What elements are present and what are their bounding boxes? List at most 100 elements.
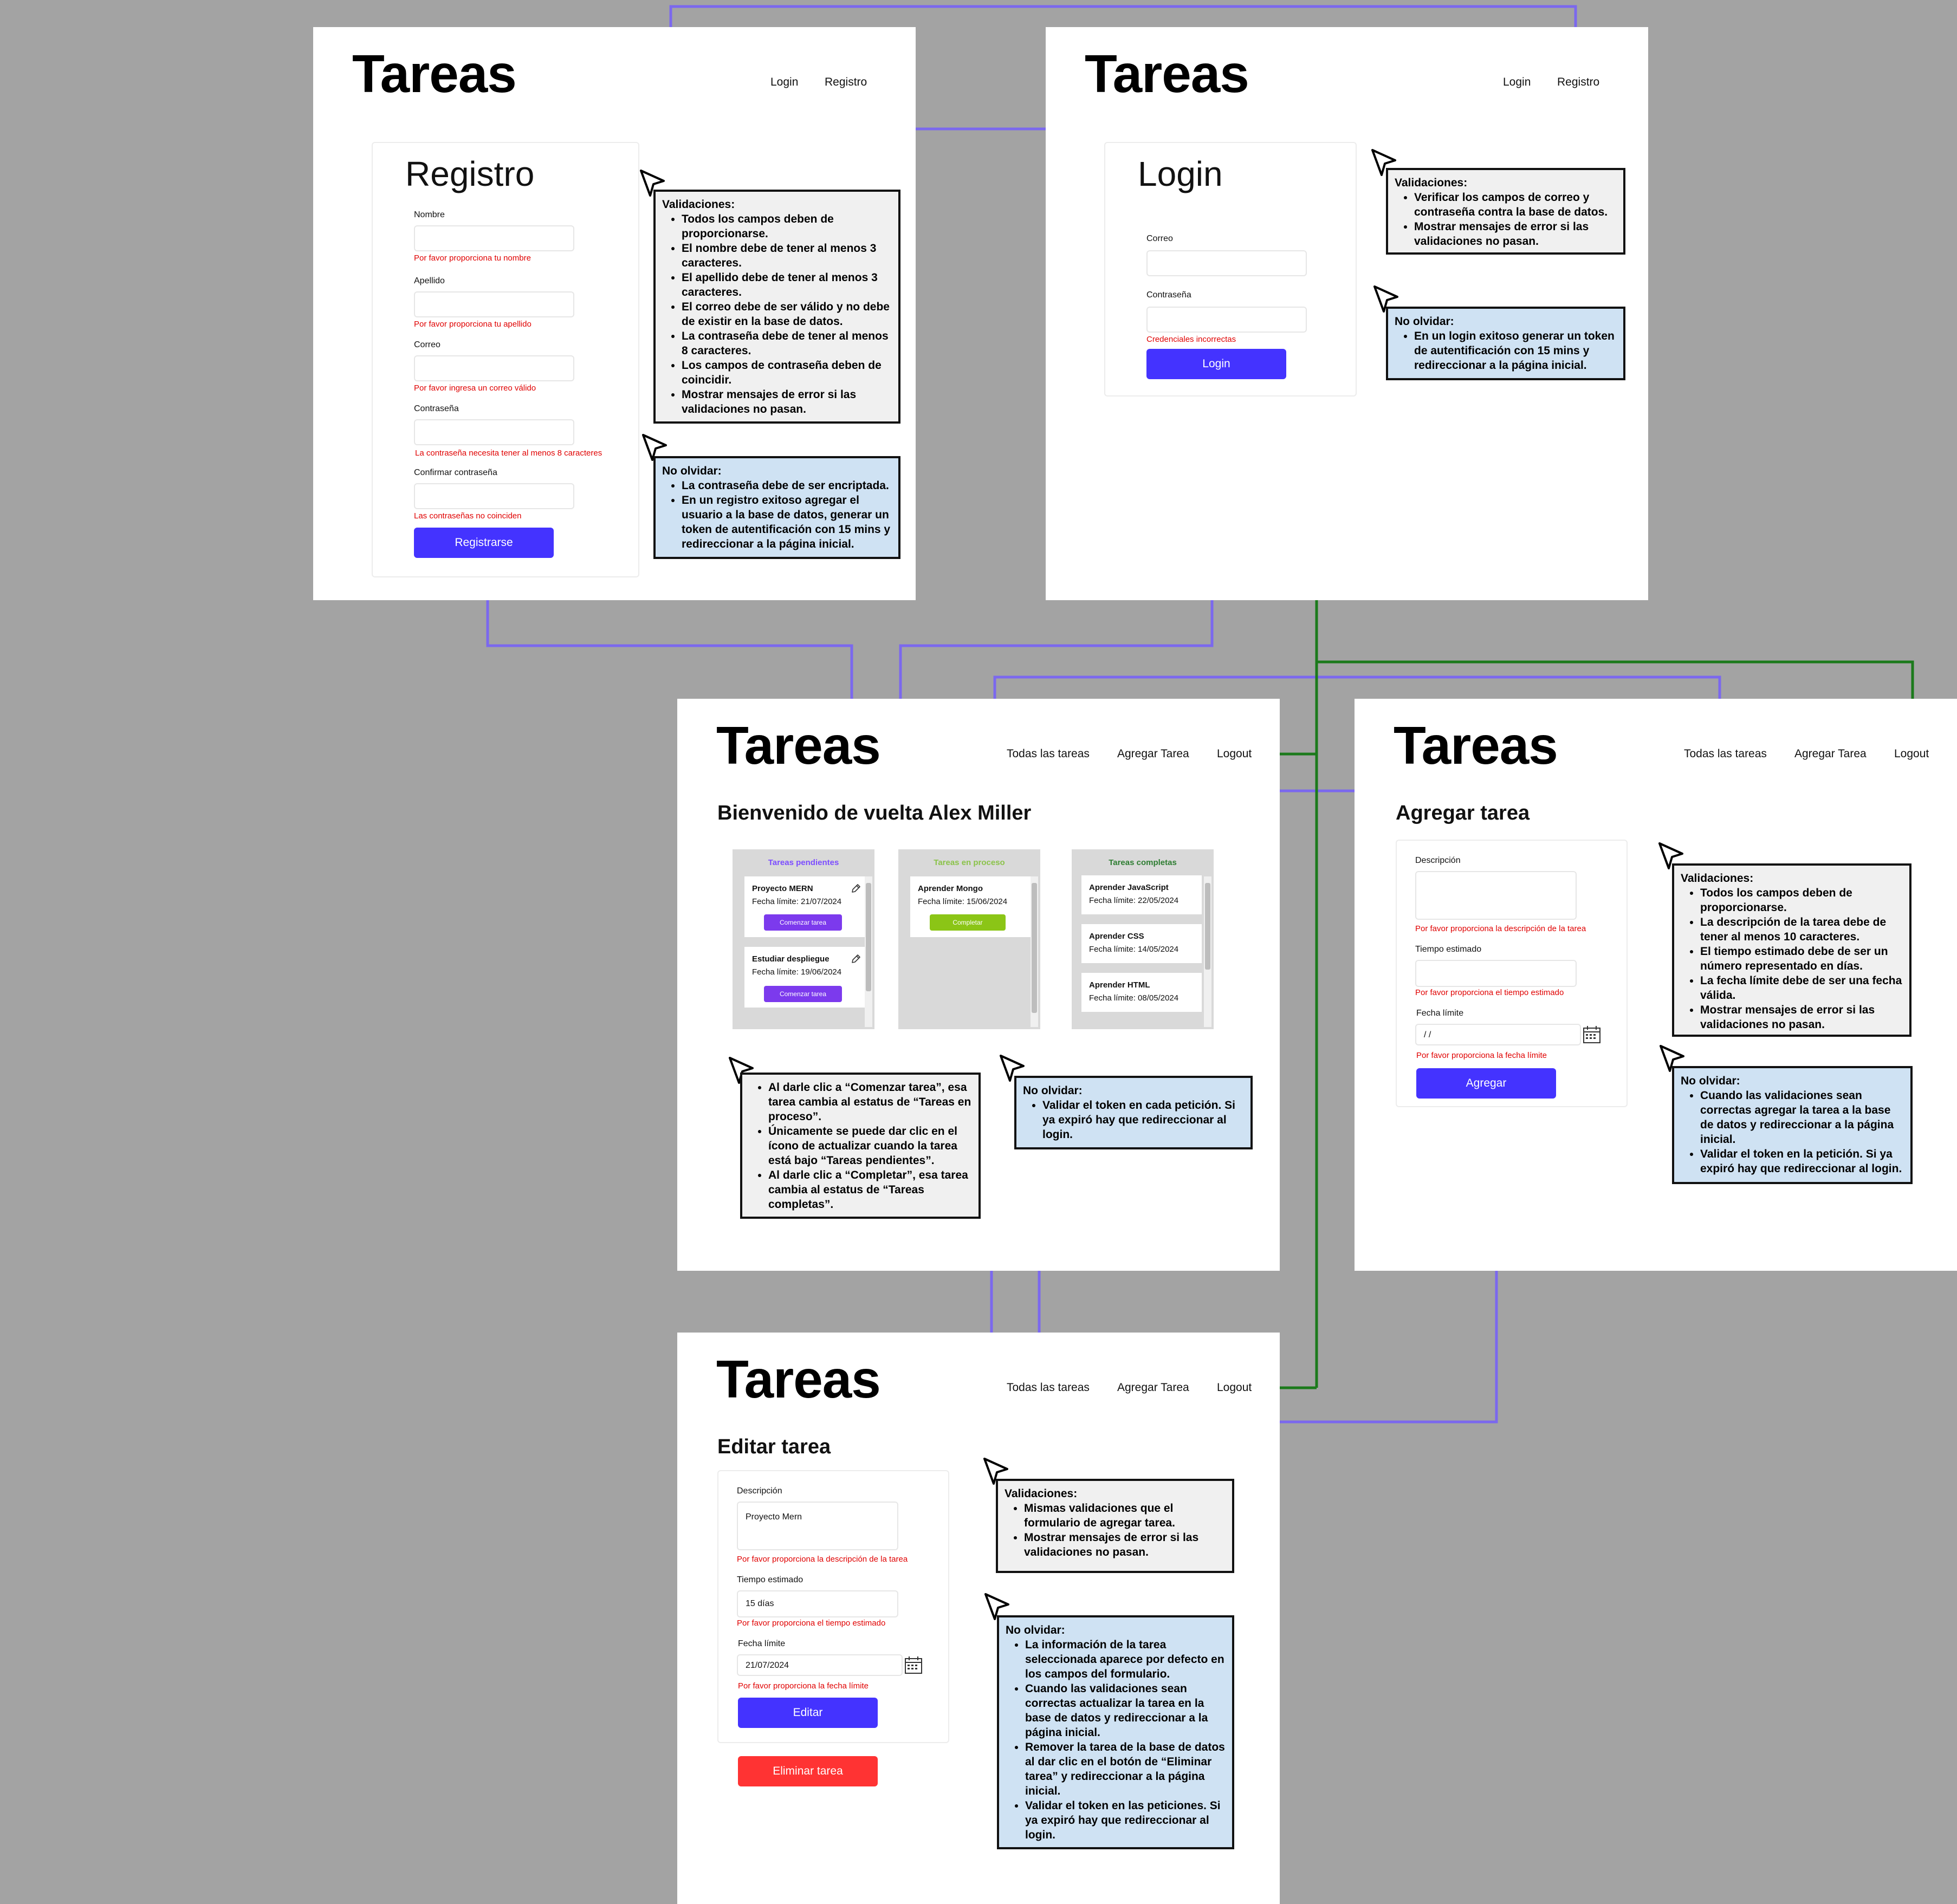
- calendar-icon[interactable]: [904, 1655, 923, 1675]
- nav-registro-link[interactable]: Registro: [1557, 76, 1599, 89]
- nav-todas-tareas-link[interactable]: Todas las tareas: [1007, 1381, 1090, 1394]
- confirmar-contrasena-input[interactable]: [414, 483, 574, 509]
- descripcion-input[interactable]: [1415, 871, 1577, 920]
- contrasena-label: Contraseña: [1146, 290, 1191, 300]
- correo-input[interactable]: [1146, 250, 1307, 276]
- eliminar-tarea-button[interactable]: Eliminar tarea: [738, 1756, 878, 1786]
- column-scrollbar[interactable]: [1204, 876, 1211, 1027]
- comenzar-tarea-button[interactable]: Comenzar tarea: [764, 914, 842, 931]
- registro-no-olvidar-note: No olvidar: La contraseña debe de ser en…: [653, 456, 900, 559]
- column-scrollbar[interactable]: [865, 876, 872, 1027]
- task-name: Aprender CSS: [1089, 932, 1144, 941]
- task-card[interactable]: Estudiar despliegue Fecha límite: 19/06/…: [744, 947, 865, 1008]
- nav-login-link[interactable]: Login: [1503, 76, 1531, 89]
- note-item: Al darle clic a “Completar”, esa tarea c…: [768, 1168, 972, 1212]
- nav-agregar-tarea-link[interactable]: Agregar Tarea: [1117, 1381, 1189, 1394]
- nav-todas-tareas-link[interactable]: Todas las tareas: [1007, 748, 1090, 761]
- correo-error: Por favor ingresa un correo válido: [414, 384, 536, 393]
- column-title: Tareas completas: [1109, 858, 1177, 867]
- apellido-error: Por favor proporciona tu apellido: [414, 320, 532, 329]
- note-item: El correo debe de ser válido y no debe d…: [682, 300, 892, 329]
- tiempo-estimado-error: Por favor proporciona el tiempo estimado: [737, 1619, 886, 1628]
- completar-button[interactable]: Completar: [930, 914, 1006, 931]
- editar-button[interactable]: Editar: [738, 1698, 878, 1728]
- note-title: No olvidar:: [1395, 315, 1454, 328]
- nombre-label: Nombre: [414, 210, 445, 219]
- task-card[interactable]: Aprender Mongo Fecha límite: 15/06/2024 …: [910, 876, 1031, 937]
- note-item: Cuando las validaciones sean correctas a…: [1025, 1681, 1226, 1740]
- note-item: El nombre debe de tener al menos 3 carac…: [682, 241, 892, 270]
- task-date: Fecha límite: 14/05/2024: [1089, 945, 1179, 954]
- nav-agregar-tarea-link[interactable]: Agregar Tarea: [1117, 748, 1189, 761]
- tiempo-estimado-label: Tiempo estimado: [737, 1575, 803, 1584]
- contrasena-input[interactable]: [1146, 307, 1307, 333]
- note-item: El tiempo estimado debe de ser un número…: [1700, 944, 1903, 973]
- note-item: En un registro exitoso agregar el usuari…: [682, 493, 892, 551]
- note-item: Todos los campos deben de proporcionarse…: [1700, 886, 1903, 915]
- editar-tarea-heading: Editar tarea: [717, 1435, 831, 1458]
- column-tareas-pendientes: Tareas pendientes Proyecto MERN Fecha lí…: [733, 849, 874, 1029]
- note-item: Mismas validaciones que el formulario de…: [1024, 1501, 1226, 1530]
- fecha-limite-input[interactable]: 21/07/2024: [737, 1654, 903, 1676]
- agregar-button[interactable]: Agregar: [1416, 1068, 1556, 1099]
- column-title: Tareas en proceso: [934, 858, 1005, 867]
- note-item: Verificar los campos de correo y contras…: [1414, 190, 1617, 219]
- contrasena-input[interactable]: [414, 419, 574, 445]
- note-item: Cuando las validaciones sean correctas a…: [1700, 1088, 1904, 1147]
- task-card[interactable]: Proyecto MERN Fecha límite: 21/07/2024 C…: [744, 876, 865, 937]
- nav-agregar-tarea-link[interactable]: Agregar Tarea: [1794, 748, 1867, 761]
- nav-logout-link[interactable]: Logout: [1894, 748, 1929, 761]
- task-card: Aprender JavaScript Fecha límite: 22/05/…: [1081, 875, 1202, 914]
- welcome-heading: Bienvenido de vuelta Alex Miller: [717, 802, 1032, 824]
- note-item: Al darle clic a “Comenzar tarea”, esa ta…: [768, 1080, 972, 1124]
- apellido-input[interactable]: [414, 291, 574, 317]
- comenzar-tarea-button[interactable]: Comenzar tarea: [764, 986, 842, 1002]
- task-date: Fecha límite: 19/06/2024: [752, 967, 842, 977]
- brand-logo: Tareas: [352, 44, 517, 103]
- dashboard-info-note: Al darle clic a “Comenzar tarea”, esa ta…: [740, 1073, 981, 1219]
- editar-no-olvidar-note: No olvidar: La información de la tarea s…: [997, 1615, 1234, 1849]
- task-name: Aprender JavaScript: [1089, 883, 1169, 892]
- pencil-icon[interactable]: [851, 883, 861, 894]
- note-item: La información de la tarea seleccionada …: [1025, 1637, 1226, 1681]
- descripcion-error: Por favor proporciona la descripción de …: [1415, 924, 1586, 933]
- correo-label: Correo: [414, 340, 440, 349]
- nombre-input[interactable]: [414, 225, 574, 251]
- descripcion-input[interactable]: Proyecto Mern: [737, 1502, 898, 1550]
- fecha-limite-label: Fecha límite: [738, 1639, 786, 1648]
- note-item: Validar el token en las peticiones. Si y…: [1025, 1798, 1226, 1842]
- agregar-validaciones-note: Validaciones: Todos los campos deben de …: [1672, 863, 1911, 1037]
- registro-title: Registro: [405, 154, 535, 193]
- agregar-tarea-heading: Agregar tarea: [1396, 802, 1530, 824]
- column-scrollbar[interactable]: [1031, 876, 1038, 1027]
- editar-form-card: Descripción Proyecto Mern Por favor prop…: [717, 1470, 949, 1743]
- note-item: Mostrar mensajes de error si las validac…: [1414, 219, 1617, 249]
- fecha-limite-error: Por favor proporciona la fecha límite: [1416, 1051, 1547, 1060]
- nav-logout-link[interactable]: Logout: [1217, 748, 1252, 761]
- nav-logout-link[interactable]: Logout: [1217, 1381, 1252, 1394]
- note-item: Remover la tarea de la base de datos al …: [1025, 1740, 1226, 1798]
- note-title: No olvidar:: [1006, 1624, 1065, 1636]
- dashboard-no-olvidar-note: No olvidar: Validar el token en cada pet…: [1014, 1076, 1253, 1149]
- task-date: Fecha límite: 21/07/2024: [752, 897, 842, 906]
- note-item: La contraseña debe de tener al menos 8 c…: [682, 329, 892, 358]
- pencil-icon[interactable]: [851, 953, 861, 964]
- nav-todas-tareas-link[interactable]: Todas las tareas: [1684, 748, 1767, 761]
- calendar-icon[interactable]: [1582, 1025, 1602, 1044]
- correo-input[interactable]: [414, 355, 574, 381]
- note-item: Mostrar mensajes de error si las validac…: [682, 387, 892, 417]
- confirmar-contrasena-label: Confirmar contraseña: [414, 468, 497, 477]
- note-item: Mostrar mensajes de error si las validac…: [1024, 1530, 1226, 1559]
- login-form-card: Login Correo Contraseña Credenciales inc…: [1104, 142, 1357, 397]
- fecha-limite-input[interactable]: / /: [1415, 1024, 1581, 1045]
- note-item: En un login exitoso generar un token de …: [1414, 329, 1617, 373]
- login-button[interactable]: Login: [1146, 349, 1286, 379]
- note-item: La fecha límite debe de ser una fecha vá…: [1700, 973, 1903, 1003]
- note-title: No olvidar:: [662, 465, 722, 477]
- tiempo-estimado-input[interactable]: [1415, 960, 1577, 987]
- tiempo-estimado-input[interactable]: 15 días: [737, 1590, 898, 1617]
- task-name: Estudiar despliegue: [752, 954, 830, 964]
- nav-registro-link[interactable]: Registro: [825, 76, 867, 89]
- registrarse-button[interactable]: Registrarse: [414, 528, 554, 558]
- nav-login-link[interactable]: Login: [770, 76, 798, 89]
